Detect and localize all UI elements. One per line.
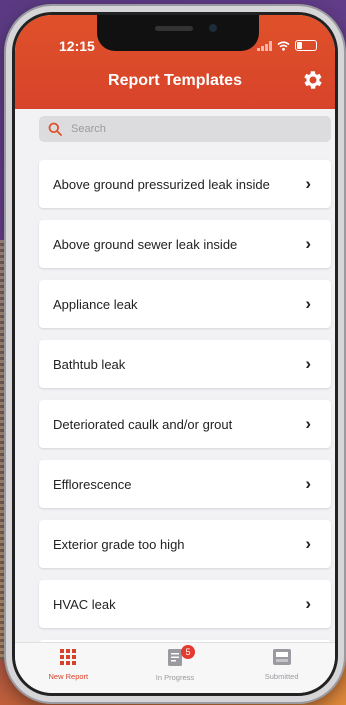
speaker	[155, 26, 193, 31]
phone-bezel: 12:15 Report Templates Search Above grou…	[12, 12, 338, 696]
chevron-right-icon: ›	[305, 354, 311, 373]
list-item[interactable]: Deteriorated caulk and/or grout ›	[39, 400, 331, 448]
chevron-right-icon: ›	[305, 414, 311, 433]
status-time: 12:15	[59, 38, 95, 54]
list-item[interactable]: HVAC leak ›	[39, 580, 331, 628]
list-item[interactable]: Above ground pressurized leak inside ›	[39, 160, 331, 208]
wifi-icon	[277, 40, 290, 51]
list-item-label: Appliance leak	[53, 296, 138, 312]
tab-label: New Report	[48, 672, 89, 681]
tab-bar: New Report 5 In Progress Submitted	[15, 642, 335, 693]
battery-icon	[295, 40, 317, 51]
chevron-right-icon: ›	[305, 174, 311, 193]
list-item-label: Above ground pressurized leak inside	[53, 176, 270, 192]
page-title: Report Templates	[108, 72, 242, 89]
settings-gear-icon[interactable]	[301, 68, 325, 92]
list-item-label: Deteriorated caulk and/or grout	[53, 416, 233, 432]
tab-submitted[interactable]: Submitted	[232, 643, 332, 681]
list-item-label: Above ground sewer leak inside	[53, 236, 238, 252]
status-indicators	[257, 40, 317, 51]
tab-in-progress[interactable]: 5 In Progress	[125, 643, 225, 682]
signal-icon	[257, 40, 272, 51]
app-screen: 12:15 Report Templates Search Above grou…	[15, 15, 335, 693]
front-camera	[209, 24, 217, 32]
grid-icon	[60, 649, 77, 665]
tab-label: Submitted	[264, 672, 299, 681]
inbox-tray-icon	[272, 649, 291, 665]
tab-new-report[interactable]: New Report	[18, 643, 118, 681]
notch	[97, 15, 259, 51]
template-list: Above ground pressurized leak inside › A…	[39, 160, 331, 672]
list-item-label: Bathtub leak	[53, 356, 126, 372]
in-progress-count-badge: 5	[180, 645, 195, 659]
phone-frame: 12:15 Report Templates Search Above grou…	[6, 6, 344, 702]
chevron-right-icon: ›	[305, 594, 311, 613]
chevron-right-icon: ›	[305, 294, 311, 313]
chevron-right-icon: ›	[305, 234, 311, 253]
chevron-right-icon: ›	[305, 474, 311, 493]
list-item-label: Efflorescence	[53, 476, 132, 492]
list-item[interactable]: Appliance leak ›	[39, 280, 331, 328]
search-placeholder: Search	[71, 123, 106, 135]
tab-label: In Progress	[155, 673, 195, 682]
list-item-label: Exterior grade too high	[53, 536, 185, 552]
list-item[interactable]: Above ground sewer leak inside ›	[39, 220, 331, 268]
list-item-label: HVAC leak	[53, 596, 116, 612]
list-item[interactable]: Efflorescence ›	[39, 460, 331, 508]
search-icon	[48, 122, 62, 136]
chevron-right-icon: ›	[305, 534, 311, 553]
list-item[interactable]: Exterior grade too high ›	[39, 520, 331, 568]
header-bar: 12:15 Report Templates	[15, 15, 335, 109]
list-item[interactable]: Bathtub leak ›	[39, 340, 331, 388]
document-icon	[167, 649, 182, 666]
search-input[interactable]: Search	[39, 116, 331, 142]
